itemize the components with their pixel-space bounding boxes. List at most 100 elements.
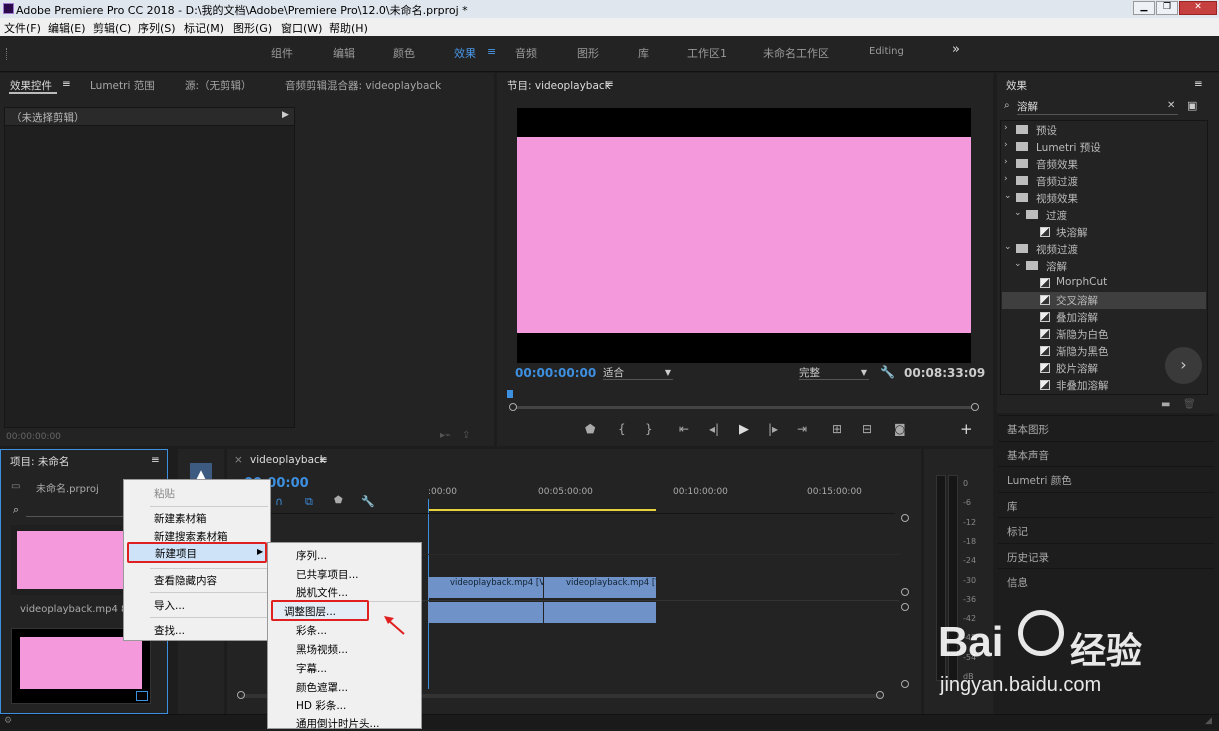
timeline-close-icon[interactable]: ×	[234, 454, 243, 466]
play-icon[interactable]: ▶	[739, 422, 749, 437]
workspace-tab-effects[interactable]: 效果	[454, 45, 476, 61]
menu-clip[interactable]: 剪辑(C)	[93, 20, 131, 36]
lift-icon[interactable]: ⊞	[832, 422, 842, 436]
project-menu-icon[interactable]: ≡	[151, 454, 160, 466]
chevron-icon[interactable]: ›	[1004, 140, 1008, 150]
export-icon[interactable]: ⇪	[462, 430, 470, 441]
workspace-tab-editing[interactable]: 编辑	[333, 45, 355, 61]
program-timecode[interactable]: 00:00:00:00	[515, 366, 596, 380]
filter-icon[interactable]: ▸⌁	[440, 430, 451, 441]
clear-search-icon[interactable]: ✕	[1167, 100, 1175, 111]
submenu-shared-project[interactable]: 已共享项目...	[296, 567, 359, 582]
go-to-in-icon[interactable]: ⇤	[679, 422, 689, 436]
maximize-button[interactable]: ❐	[1156, 1, 1178, 15]
chevron-icon[interactable]: ›	[1004, 157, 1008, 167]
side-panel-item[interactable]: 标记	[998, 517, 1214, 542]
step-forward-icon[interactable]: |▸	[768, 422, 778, 436]
side-panel-item[interactable]: 基本声音	[998, 440, 1214, 466]
effects-tree-item[interactable]: ⌄ 视频过渡	[1002, 241, 1206, 258]
menu-paste[interactable]: 粘贴	[154, 486, 175, 501]
workspace-tab-unnamed[interactable]: 未命名工作区	[763, 45, 829, 61]
audio-clip-1[interactable]	[428, 602, 543, 623]
side-panel-item[interactable]: 基本图形	[998, 415, 1214, 440]
scrub-left-handle[interactable]	[509, 403, 517, 411]
effects-tree-item[interactable]: 交叉溶解	[1002, 292, 1206, 309]
workspace-tab-assembly[interactable]: 组件	[271, 45, 293, 61]
menu-new-bin[interactable]: 新建素材箱	[154, 511, 207, 526]
submenu-offline-file[interactable]: 脱机文件...	[296, 585, 348, 600]
delete-icon[interactable]: 🗑	[1183, 399, 1196, 410]
effects-tree-item[interactable]: 渐隐为白色	[1002, 326, 1206, 343]
workspace-tab-graphics[interactable]: 图形	[577, 45, 599, 61]
menu-sequence[interactable]: 序列(S)	[138, 20, 176, 36]
submenu-black-video[interactable]: 黑场视频...	[296, 642, 348, 657]
track-scroll-handle-1[interactable]	[901, 514, 909, 522]
camera-icon[interactable]: ◙	[894, 422, 906, 436]
work-area-bar[interactable]	[429, 509, 656, 511]
panel-menu-icon[interactable]: ≡	[62, 78, 71, 90]
playhead-marker[interactable]	[507, 390, 513, 398]
menu-show-hidden[interactable]: 查看隐藏内容	[154, 573, 217, 588]
expand-arrow-icon[interactable]: ▶	[282, 110, 289, 120]
chevron-icon[interactable]: ⌄	[1004, 191, 1012, 201]
submenu-hd-bars[interactable]: HD 彩条...	[296, 698, 346, 713]
submenu-adjustment-layer[interactable]: 调整图层...	[284, 604, 336, 619]
timeline-settings-icon[interactable]: 🔧	[361, 495, 375, 508]
workspace-overflow-icon[interactable]: »	[952, 42, 960, 57]
monitor-scrub-bar[interactable]	[513, 406, 976, 409]
hscroll-left-handle[interactable]	[237, 691, 245, 699]
add-marker-icon[interactable]: ⬟	[585, 422, 595, 436]
menu-import[interactable]: 导入...	[154, 598, 185, 613]
menu-new-item-highlight[interactable]: 新建项目 ▶	[127, 542, 267, 563]
tab-effect-controls[interactable]: 效果控件	[10, 78, 52, 93]
chevron-icon[interactable]: ⌄	[1004, 242, 1012, 252]
workspace-tab-color[interactable]: 颜色	[393, 45, 415, 61]
effects-search-input[interactable]: 溶解	[1017, 99, 1178, 115]
linked-selection-icon[interactable]: ⧉	[305, 495, 313, 509]
effects-tree-item[interactable]: › Lumetri 预设	[1002, 139, 1206, 156]
wrench-icon[interactable]: 🔧	[880, 365, 895, 379]
menu-graphics[interactable]: 图形(G)	[233, 20, 272, 36]
quality-dropdown[interactable]: 完整 ▼	[799, 365, 869, 380]
submenu-sequence[interactable]: 序列...	[296, 548, 327, 563]
side-panel-item[interactable]: 库	[998, 491, 1214, 517]
workspace-menu-icon[interactable]: ≡	[487, 45, 496, 58]
tab-lumetri-scopes[interactable]: Lumetri 范围	[90, 78, 155, 93]
chevron-icon[interactable]: ⌄	[1014, 208, 1022, 218]
audio-clip-2[interactable]	[544, 602, 656, 623]
add-button-icon[interactable]: +	[960, 420, 973, 438]
side-panel-item[interactable]: Lumetri 颜色	[998, 466, 1214, 491]
timeline-menu-icon[interactable]: ≡	[319, 454, 328, 466]
track-scroll-handle-4[interactable]	[901, 680, 909, 688]
video-clip-1[interactable]: videoplayback.mp4 [V]	[428, 577, 543, 598]
clip-name[interactable]: videoplayback.mp4	[20, 604, 118, 615]
workspace-tab-libraries[interactable]: 库	[638, 45, 649, 61]
submenu-caption[interactable]: 字幕...	[296, 661, 327, 676]
workspace-tab-audio[interactable]: 音频	[515, 45, 537, 61]
submenu-color-matte[interactable]: 颜色遮罩...	[296, 680, 348, 695]
submenu-bars-and-tone[interactable]: 彩条...	[296, 623, 327, 638]
track-scroll-handle-2[interactable]	[901, 588, 909, 596]
new-bin-icon[interactable]: ▣	[1187, 99, 1197, 112]
clip-thumbnail[interactable]	[11, 525, 129, 595]
hscroll-right-handle[interactable]	[876, 691, 884, 699]
menu-marker[interactable]: 标记(M)	[184, 20, 224, 36]
effects-tree-item[interactable]: ⌄ 过渡	[1002, 207, 1206, 224]
effects-tree-item[interactable]: ⌄ 视频效果	[1002, 190, 1206, 207]
side-panel-item[interactable]: 历史记录	[998, 542, 1214, 568]
effects-tree-item[interactable]: 渐隐为黑色	[1002, 343, 1206, 360]
fit-dropdown[interactable]: 适合 ▼	[603, 365, 673, 380]
new-folder-icon[interactable]: ▬	[1161, 399, 1170, 410]
mark-out-icon[interactable]: }	[645, 422, 653, 436]
workspace-tab-workspace1[interactable]: 工作区1	[687, 45, 727, 61]
workspace-tab-editing-en[interactable]: Editing	[869, 46, 904, 57]
track-scroll-handle-3[interactable]	[901, 603, 909, 611]
menu-find[interactable]: 查找...	[154, 623, 185, 638]
effects-tree-item[interactable]: 叠加溶解	[1002, 309, 1206, 326]
menu-file[interactable]: 文件(F)	[4, 20, 41, 36]
effects-tree-item[interactable]: › 音频效果	[1002, 156, 1206, 173]
submenu-adjustment-layer-highlight[interactable]: 调整图层...	[271, 600, 369, 621]
effects-tree-item[interactable]: 块溶解	[1002, 224, 1206, 241]
effects-menu-icon[interactable]: ≡	[1194, 78, 1203, 90]
effects-tree-item[interactable]: › 预设	[1002, 122, 1206, 139]
